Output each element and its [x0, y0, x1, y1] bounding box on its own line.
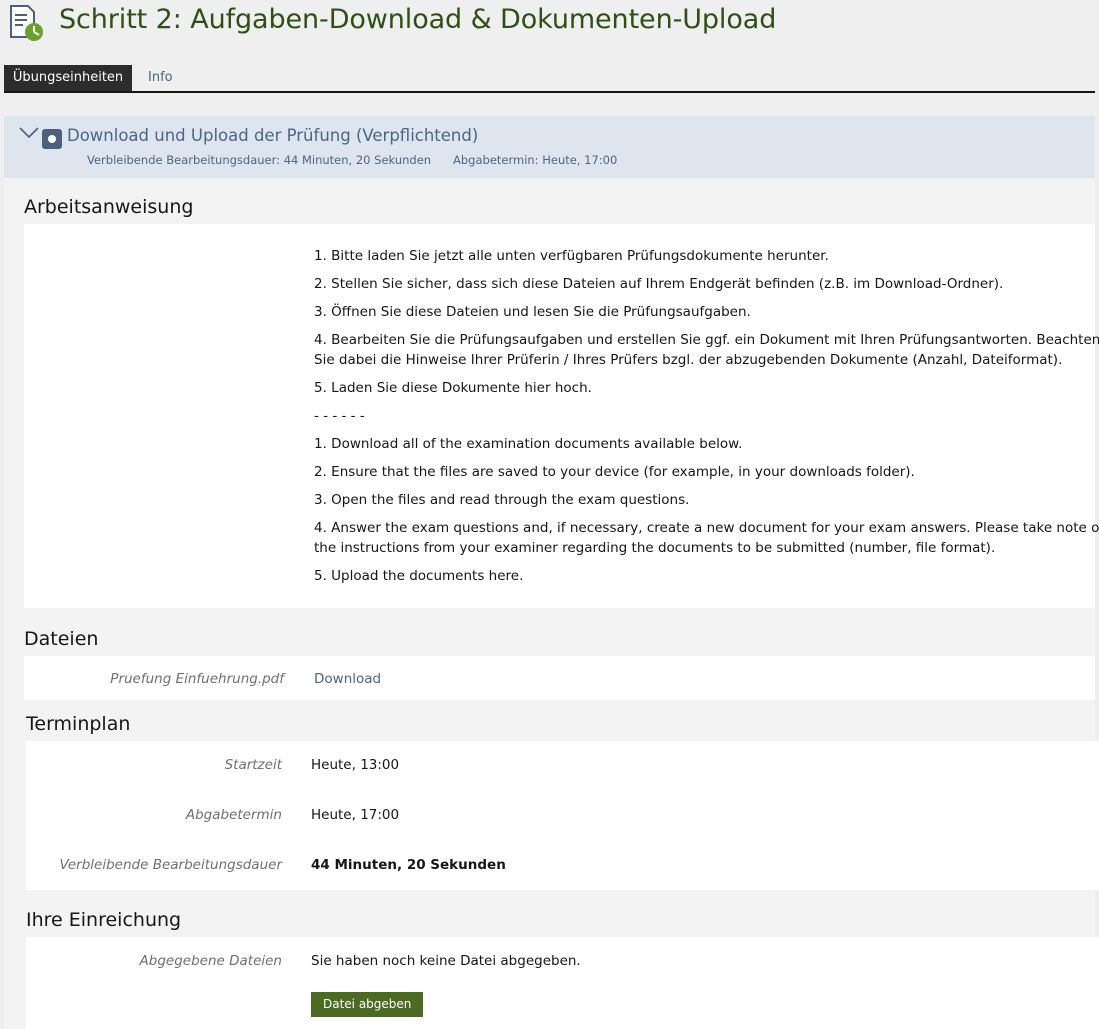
tab-bar: Übungseinheiten Info — [4, 65, 1095, 93]
submission-heading: Ihre Einreichung — [26, 909, 182, 931]
item-title[interactable]: Download und Upload der Prüfung (Verpfli… — [67, 126, 478, 145]
instruction-separator: - - - - - - — [314, 408, 365, 424]
instruction-line: 1. Download all of the examination docum… — [314, 436, 743, 452]
instruction-line: 3. Open the files and read through the e… — [314, 492, 690, 508]
assignment-unit-icon — [42, 129, 62, 149]
instruction-line: 2. Ensure that the files are saved to yo… — [314, 464, 915, 480]
instruction-line: 4. Answer the exam questions and, if nec… — [314, 520, 1099, 556]
instruction-line: 5. Upload the documents here. — [314, 568, 524, 584]
remaining-time-label: Verbleibende Bearbeitungsdauer — [59, 857, 282, 873]
chevron-down-icon[interactable] — [18, 124, 40, 142]
files-panel: Pruefung Einfuehrung.pdf Download — [24, 656, 1095, 700]
page-header: Schritt 2: Aufgaben-Download & Dokumente… — [0, 0, 1099, 56]
schedule-panel: Startzeit Heute, 13:00 Abgabetermin Heut… — [26, 741, 1099, 890]
start-time-value: Heute, 13:00 — [311, 757, 400, 773]
page-title: Schritt 2: Aufgaben-Download & Dokumente… — [59, 4, 777, 35]
instruction-line: 5. Laden Sie diese Dokumente hier hoch. — [314, 380, 592, 396]
remaining-time-value: 44 Minuten, 20 Sekunden — [311, 857, 506, 873]
instruction-line: 1. Bitte laden Sie jetzt alle unten verf… — [314, 248, 829, 264]
exercise-clock-icon — [10, 5, 43, 41]
file-name-label: Pruefung Einfuehrung.pdf — [110, 671, 284, 687]
tab-info[interactable]: Info — [136, 65, 185, 91]
files-heading: Dateien — [24, 628, 99, 650]
instruction-line: 3. Öffnen Sie diese Dateien und lesen Si… — [314, 304, 751, 320]
instructions-panel: 1. Bitte laden Sie jetzt alle unten verf… — [24, 224, 1099, 608]
item-header: Download und Upload der Prüfung (Verpfli… — [4, 116, 1095, 178]
submitted-files-value: Sie haben noch keine Datei abgegeben. — [311, 953, 581, 969]
exercise-item: Download und Upload der Prüfung (Verpfli… — [4, 116, 1099, 1029]
remaining-time-property: Verbleibende Bearbeitungsdauer: 44 Minut… — [87, 153, 432, 167]
instruction-line: 2. Stellen Sie sicher, dass sich diese D… — [314, 276, 1004, 292]
deadline-value: Heute, 17:00 — [311, 807, 400, 823]
start-time-label: Startzeit — [224, 757, 282, 773]
submit-file-button[interactable]: Datei abgeben — [311, 992, 424, 1017]
tab-uebungseinheiten[interactable]: Übungseinheiten — [4, 65, 132, 91]
download-link[interactable]: Download — [314, 671, 381, 687]
deadline-label: Abgabetermin — [185, 807, 282, 823]
instruction-line: 4. Bearbeiten Sie die Prüfungsaufgaben u… — [314, 332, 1099, 368]
submission-panel: Abgegebene Dateien Sie haben noch keine … — [26, 937, 1099, 1029]
submitted-files-label: Abgegebene Dateien — [139, 953, 282, 969]
instructions-text: 1. Bitte laden Sie jetzt alle unten verf… — [314, 246, 1099, 586]
schedule-heading: Terminplan — [26, 713, 131, 735]
instructions-heading: Arbeitsanweisung — [24, 196, 194, 218]
deadline-property: Abgabetermin: Heute, 17:00 — [453, 153, 618, 167]
